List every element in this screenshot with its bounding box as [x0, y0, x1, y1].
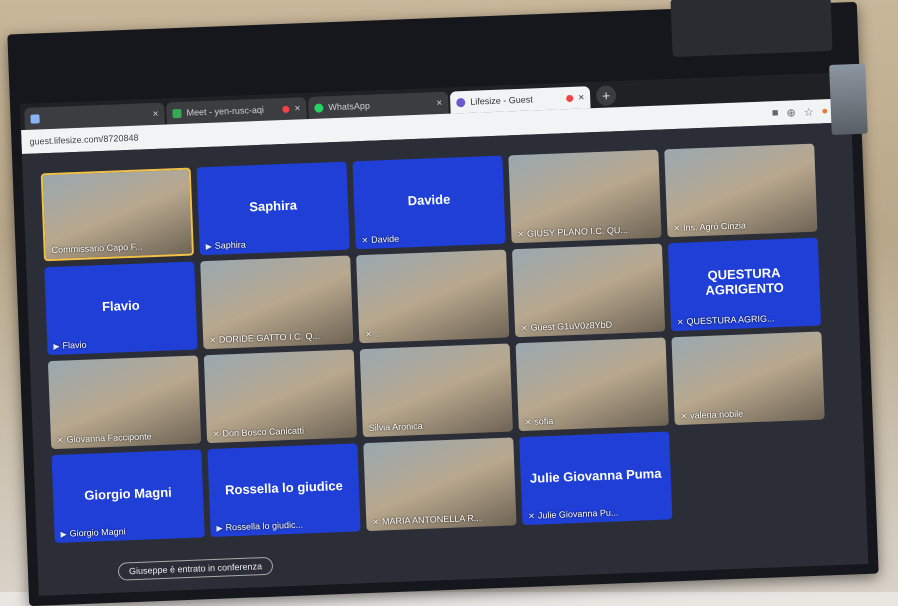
participant-label: ✕ QUESTURA AGRIG...: [676, 313, 775, 328]
participant-tile[interactable]: ✕ sofia: [515, 337, 669, 432]
extension-icon[interactable]: ●: [821, 105, 828, 118]
mic-muted-icon: ✕: [528, 511, 536, 521]
close-tab-icon[interactable]: ×: [152, 108, 158, 119]
participant-tile[interactable]: ✕ Guest G1uV0z8YbD: [511, 243, 666, 338]
participant-tile[interactable]: Davide ✕ Davide: [352, 155, 506, 250]
participant-tile[interactable]: ✕ DORIDE GATTO I.C. Q...: [200, 255, 354, 350]
camera-off-icon: ▶: [53, 341, 60, 351]
participant-label: ▶ Saphira: [205, 239, 246, 252]
participant-label: ✕ Davide: [361, 233, 400, 246]
mic-muted-icon: ✕: [372, 517, 380, 527]
participant-tile[interactable]: Giorgio Magni ▶ Giorgio Magni: [51, 449, 205, 544]
star-icon[interactable]: ☆: [803, 105, 813, 118]
participant-tile[interactable]: Julie Giovanna Puma ✕ Julie Giovanna Pu..…: [519, 431, 673, 526]
participant-label: ✕ Julie Giovanna Pu...: [528, 507, 619, 521]
participant-tile[interactable]: Silvia Aronica: [359, 343, 513, 438]
participant-label: ▶ Rossella lo giudic...: [216, 519, 304, 533]
participant-label: ✕ Guest G1uV0z8YbD: [520, 319, 613, 334]
participant-display-name: Flavio: [101, 297, 140, 315]
participant-display-name: Saphira: [248, 197, 298, 215]
mic-muted-icon: ✕: [676, 317, 684, 328]
mic-muted-icon: ✕: [364, 329, 372, 340]
mic-muted-icon: ✕: [520, 323, 528, 334]
participant-label: ▶ Giorgio Magni: [60, 526, 126, 539]
tab-title: [45, 114, 148, 118]
participant-label: ✕...: [364, 328, 383, 340]
participant-tile[interactable]: ✕ MARIA ANTONELLA R...: [363, 437, 517, 532]
mic-muted-icon: ✕: [361, 235, 369, 246]
participant-label: Commissario Capo F...: [51, 241, 143, 255]
mic-muted-icon: ✕: [524, 417, 532, 427]
participant-display-name: Davide: [407, 191, 451, 209]
screen: × Meet - yen-rusc-aqi × WhatsApp × Lifes…: [20, 72, 869, 596]
meet-icon: [172, 108, 182, 118]
camera-off-icon: ▶: [216, 523, 223, 533]
close-tab-icon[interactable]: ×: [294, 103, 300, 114]
camera-off-icon: ▶: [205, 241, 212, 252]
participant-label: ✕ Giovanna Facciponte: [56, 431, 152, 445]
tab-favicon-icon: [30, 113, 40, 124]
participant-tile[interactable]: ✕ GIUSY PLANO I.C. QU...: [508, 149, 662, 244]
participant-tile[interactable]: Flavio ▶ Flavio: [44, 261, 198, 356]
participant-display-name: QUESTURA AGRIGENTO: [705, 265, 785, 298]
recording-dot-icon: [282, 105, 290, 113]
participant-tile[interactable]: Commissario Capo F...: [40, 167, 194, 262]
lifesize-icon: [456, 97, 466, 107]
tab-title: WhatsApp: [328, 100, 371, 113]
conference-view: Commissario Capo F... Saphira ▶ Saphira D…: [21, 122, 869, 596]
participant-label: ✕ DORIDE GATTO I.C. Q...: [209, 330, 321, 345]
mic-muted-icon: ✕: [212, 429, 220, 439]
tab-title: Lifesize - Guest: [470, 94, 533, 107]
self-view-thumbnail[interactable]: [829, 63, 868, 135]
participant-display-name: Giorgio Magni: [84, 484, 172, 503]
participant-label: ✕ MARIA ANTONELLA R...: [372, 512, 482, 527]
participant-label: ▶ Flavio: [53, 339, 87, 351]
mic-muted-icon: ✕: [209, 335, 217, 345]
mic-muted-icon: ✕: [680, 411, 688, 421]
join-notification: Giuseppe è entrato in conferenza: [117, 556, 274, 581]
participant-display-name: Julie Giovanna Puma: [529, 465, 662, 486]
participant-tile[interactable]: ✕ Giovanna Facciponte: [47, 355, 202, 450]
mic-muted-icon: ✕: [517, 229, 525, 240]
participant-label: ✕ valeria nobile: [680, 408, 744, 421]
participant-label: ✕ GIUSY PLANO I.C. QU...: [517, 224, 629, 240]
close-tab-icon[interactable]: ×: [578, 92, 584, 103]
share-icon[interactable]: ⊕: [786, 106, 796, 119]
camera-icon[interactable]: ■: [772, 106, 779, 119]
participant-tile[interactable]: ✕ valeria nobile: [671, 331, 825, 426]
participant-tile[interactable]: Saphira ▶ Saphira: [196, 161, 350, 256]
webcam: [670, 0, 833, 58]
tab-title: Meet - yen-rusc-aqi: [186, 104, 265, 118]
participant-label: ✕ sofia: [524, 415, 554, 427]
mic-muted-icon: ✕: [673, 223, 681, 234]
participant-label: Silvia Aronica: [368, 420, 423, 433]
participant-tile[interactable]: ✕ Don Bosco Canicatti: [203, 349, 358, 444]
participant-label: ✕ Ins. Agrò Cinzia: [673, 220, 747, 234]
participant-display-name: Rossella lo giudice: [224, 477, 344, 498]
camera-off-icon: ▶: [60, 529, 67, 539]
new-tab-button[interactable]: +: [595, 85, 617, 106]
participant-label: ✕ Don Bosco Canicatti: [212, 425, 305, 439]
mic-muted-icon: ✕: [56, 435, 64, 445]
participant-grid: Commissario Capo F... Saphira ▶ Saphira D…: [40, 143, 825, 544]
participant-tile[interactable]: ✕ Ins. Agrò Cinzia: [664, 143, 818, 238]
monitor: × Meet - yen-rusc-aqi × WhatsApp × Lifes…: [7, 0, 879, 606]
participant-tile[interactable]: Rossella lo giudice ▶ Rossella lo giudic.…: [207, 443, 361, 538]
whatsapp-icon: [314, 102, 324, 113]
close-tab-icon[interactable]: ×: [436, 97, 442, 108]
participant-tile[interactable]: ✕...: [356, 249, 510, 344]
recording-dot-icon: [566, 94, 574, 102]
participant-tile[interactable]: QUESTURA AGRIGENTO ✕ QUESTURA AGRIG...: [667, 237, 822, 332]
